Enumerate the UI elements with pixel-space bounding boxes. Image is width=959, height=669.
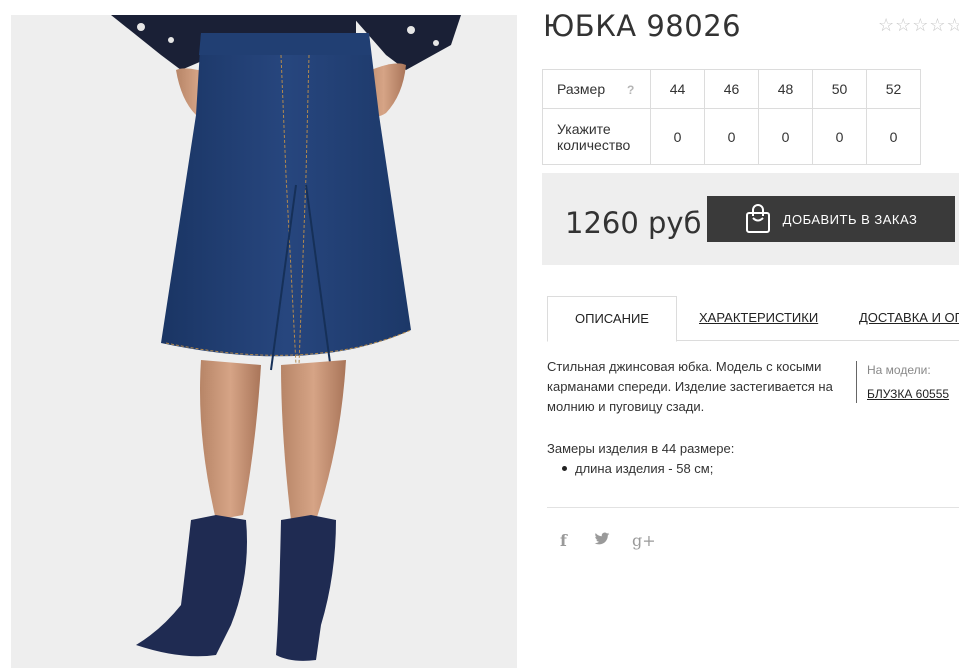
size-46: 46: [704, 69, 759, 109]
measurements-list: длина изделия - 58 см;: [562, 461, 713, 476]
size-48: 48: [758, 69, 813, 109]
twitter-icon[interactable]: [594, 531, 610, 550]
quantity-cell-46[interactable]: 0: [704, 108, 759, 165]
measurement-item: длина изделия - 58 см;: [562, 461, 713, 476]
product-tabs: ОПИСАНИЕ ХАРАКТЕРИСТИКИ ДОСТАВКА И ОПЛ: [547, 296, 959, 342]
size-52: 52: [866, 69, 921, 109]
tab-characteristics[interactable]: ХАРАКТЕРИСТИКИ: [699, 296, 818, 340]
share-divider: [547, 507, 959, 508]
on-model-link[interactable]: БЛУЗКА 60555: [867, 385, 949, 403]
twitter-bird-shape: [594, 532, 610, 545]
size-label: Размер: [557, 81, 606, 97]
add-to-order-button[interactable]: ДОБАВИТЬ В ЗАКАЗ: [707, 196, 955, 242]
quantity-input-46[interactable]: 0: [705, 129, 758, 145]
quantity-cell-44[interactable]: 0: [650, 108, 705, 165]
quantity-label-line1: Укажите: [557, 120, 611, 137]
size-44: 44: [650, 69, 705, 109]
product-title: ЮБКА 98026: [543, 9, 742, 43]
quantity-input-44[interactable]: 0: [651, 129, 704, 145]
quantity-input-50[interactable]: 0: [813, 129, 866, 145]
size-table: Размер ? 44 46 48 50 52 Укажите количест…: [542, 69, 921, 165]
rating-stars[interactable]: ☆☆☆☆☆: [878, 15, 959, 36]
price-box: 1260 руб ДОБАВИТЬ В ЗАКАЗ: [542, 173, 959, 265]
quantity-label-line2: количество: [557, 136, 631, 153]
quantity-input-52[interactable]: 0: [867, 129, 920, 145]
tab-delivery-payment[interactable]: ДОСТАВКА И ОПЛ: [859, 296, 959, 340]
quantity-input-48[interactable]: 0: [759, 129, 812, 145]
size-label-cell: Размер ?: [542, 69, 651, 109]
google-plus-icon[interactable]: g+: [632, 531, 656, 550]
size-50: 50: [812, 69, 867, 109]
product-photo: [11, 15, 517, 668]
add-to-order-label: ДОБАВИТЬ В ЗАКАЗ: [782, 211, 918, 227]
tab-description[interactable]: ОПИСАНИЕ: [547, 296, 677, 342]
shopping-bag-icon: [745, 204, 770, 233]
quantity-label: Укажите количество: [542, 108, 651, 165]
product-description: Стильная джинсовая юбка. Модель с косыми…: [547, 359, 833, 414]
measurements-title: Замеры изделия в 44 размере:: [547, 441, 735, 456]
product-price: 1260 руб: [565, 206, 702, 240]
on-model-label: На модели:: [867, 363, 931, 377]
facebook-icon[interactable]: f: [560, 531, 567, 550]
skirt-photo-illustration: [11, 15, 517, 668]
size-help-icon[interactable]: ?: [627, 83, 634, 97]
quantity-cell-50[interactable]: 0: [812, 108, 867, 165]
quantity-cell-52[interactable]: 0: [866, 108, 921, 165]
on-model-block: На модели: БЛУЗКА 60555: [856, 361, 949, 403]
quantity-cell-48[interactable]: 0: [758, 108, 813, 165]
